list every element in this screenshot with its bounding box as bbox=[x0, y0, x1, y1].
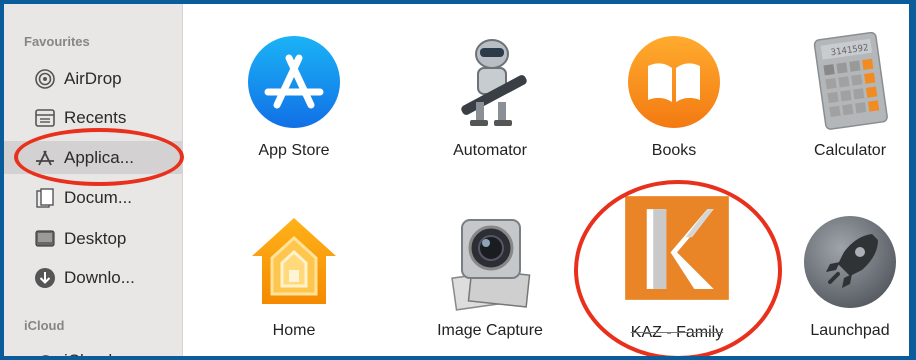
sidebar-item-label: AirDrop bbox=[64, 68, 122, 88]
finder-window: Favourites AirDrop Recents Applica... Do… bbox=[0, 0, 916, 360]
home-icon bbox=[252, 218, 336, 304]
sidebar-section-favourites: Favourites bbox=[24, 34, 90, 49]
sidebar-item-downloads[interactable]: Downlo... bbox=[4, 261, 182, 294]
sidebar-item-label: Docum... bbox=[64, 187, 133, 207]
automator-icon bbox=[461, 39, 527, 126]
app-label: Calculator bbox=[813, 142, 887, 159]
sidebar-item-desktop[interactable]: Desktop bbox=[4, 222, 182, 255]
app-label: Image Capture bbox=[437, 322, 543, 339]
airdrop-icon bbox=[35, 68, 55, 89]
sidebar-item-label: iCloud bbox=[64, 350, 113, 360]
app-item-launchpad[interactable]: Launchpad bbox=[760, 212, 909, 340]
sidebar-item-icloud[interactable]: iCloud bbox=[4, 344, 182, 360]
sidebar-item-label: Downlo... bbox=[64, 267, 135, 287]
app-item-home[interactable]: Home bbox=[204, 212, 384, 340]
app-label: Books bbox=[651, 142, 697, 159]
app-item-app-store[interactable]: App Store bbox=[204, 32, 384, 160]
app-item-image-capture[interactable]: Image Capture bbox=[400, 212, 580, 340]
app-label: Launchpad bbox=[810, 322, 890, 339]
sidebar-item-label: Recents bbox=[64, 107, 127, 127]
applications-highlight-ring bbox=[14, 128, 184, 186]
sidebar-section-icloud: iCloud bbox=[24, 318, 65, 333]
launchpad-icon bbox=[804, 216, 896, 308]
app-label: Home bbox=[272, 322, 316, 339]
app-label: App Store bbox=[258, 142, 330, 159]
sidebar-item-airdrop[interactable]: AirDrop bbox=[4, 62, 182, 95]
kaz-family-highlight-ring bbox=[574, 180, 782, 356]
desktop-icon bbox=[35, 229, 55, 247]
sidebar-item-label: Desktop bbox=[64, 228, 127, 248]
image-capture-icon bbox=[451, 219, 531, 311]
app-item-calculator[interactable]: 3141592 Calculator bbox=[760, 32, 909, 160]
recents-icon bbox=[35, 108, 55, 127]
downloads-icon bbox=[35, 267, 55, 288]
documents-icon bbox=[36, 187, 54, 208]
books-icon bbox=[628, 36, 720, 128]
app-item-automator[interactable]: Automator bbox=[400, 32, 580, 160]
calculator-icon: 3141592 bbox=[813, 32, 888, 130]
icloud-icon bbox=[41, 354, 50, 356]
app-label: Automator bbox=[453, 142, 527, 159]
app-item-books[interactable]: Books bbox=[584, 32, 764, 160]
app-store-icon bbox=[248, 36, 340, 128]
